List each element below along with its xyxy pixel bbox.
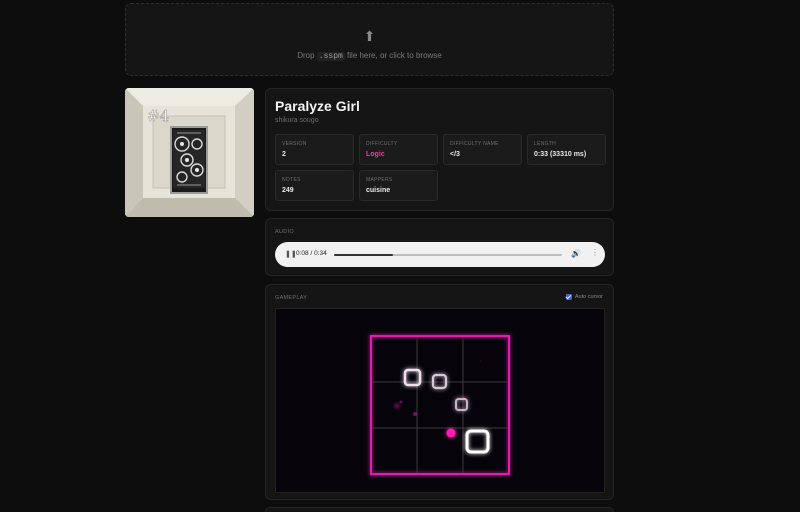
stat-length: LENGTH 0:33 (33310 ms) [527,134,606,165]
audio-card: AUDIO ❚❚ 0:08 / 0:34 🔊 ⋮ [265,218,614,276]
gameplay-label: GAMEPLAY [275,295,308,301]
volume-icon[interactable]: 🔊 [571,249,581,258]
next-card [265,507,614,512]
cover-art: #4 [125,88,254,217]
pause-icon[interactable]: ❚❚ [285,250,297,258]
dropzone-hint: Drop .sspm file here, or click to browse [297,51,442,61]
file-extension: .sspm [316,52,345,61]
gameplay-canvas[interactable] [275,308,605,493]
svg-text:#4: #4 [147,107,169,125]
file-dropzone[interactable]: ⬆ Drop .sspm file here, or click to brow… [125,3,614,76]
map-info-card: Paralyze Girl shikura sougo VERSION 2 DI… [265,88,614,211]
gameplay-field [370,335,510,475]
stat-notes: NOTES 249 [275,170,354,201]
audio-player[interactable]: ❚❚ 0:08 / 0:34 🔊 ⋮ [275,242,605,267]
audio-seek-bar[interactable] [334,254,562,256]
stat-version: VERSION 2 [275,134,354,165]
note [455,398,468,411]
stat-mappers: MAPPERS cuisine [359,170,438,201]
audio-label: AUDIO [275,229,294,235]
audio-progress [334,254,394,256]
stat-difficulty-name: DIFFICULTY NAME </3 [443,134,522,165]
note [403,368,422,387]
upload-arrow-icon: ⬆ [363,28,376,44]
play-area-border [370,335,510,475]
auto-cursor-label: Auto cursor [574,294,603,300]
page: ⬆ Drop .sspm file here, or click to brow… [0,0,800,512]
play-area-grid [372,337,508,473]
auto-cursor-toggle[interactable]: Auto cursor [565,294,603,300]
cursor [446,428,456,438]
map-title: Paralyze Girl [275,98,360,114]
more-options-icon[interactable]: ⋮ [591,248,599,257]
map-artist: shikura sougo [275,117,319,124]
auto-cursor-checkbox[interactable] [565,294,572,300]
cover-art-image: #4 [125,88,254,217]
gameplay-card: GAMEPLAY Auto cursor [265,284,614,500]
audio-time: 0:08 / 0:34 [296,250,327,257]
note [465,429,490,454]
stat-difficulty: DIFFICULTY Logic [359,134,438,165]
